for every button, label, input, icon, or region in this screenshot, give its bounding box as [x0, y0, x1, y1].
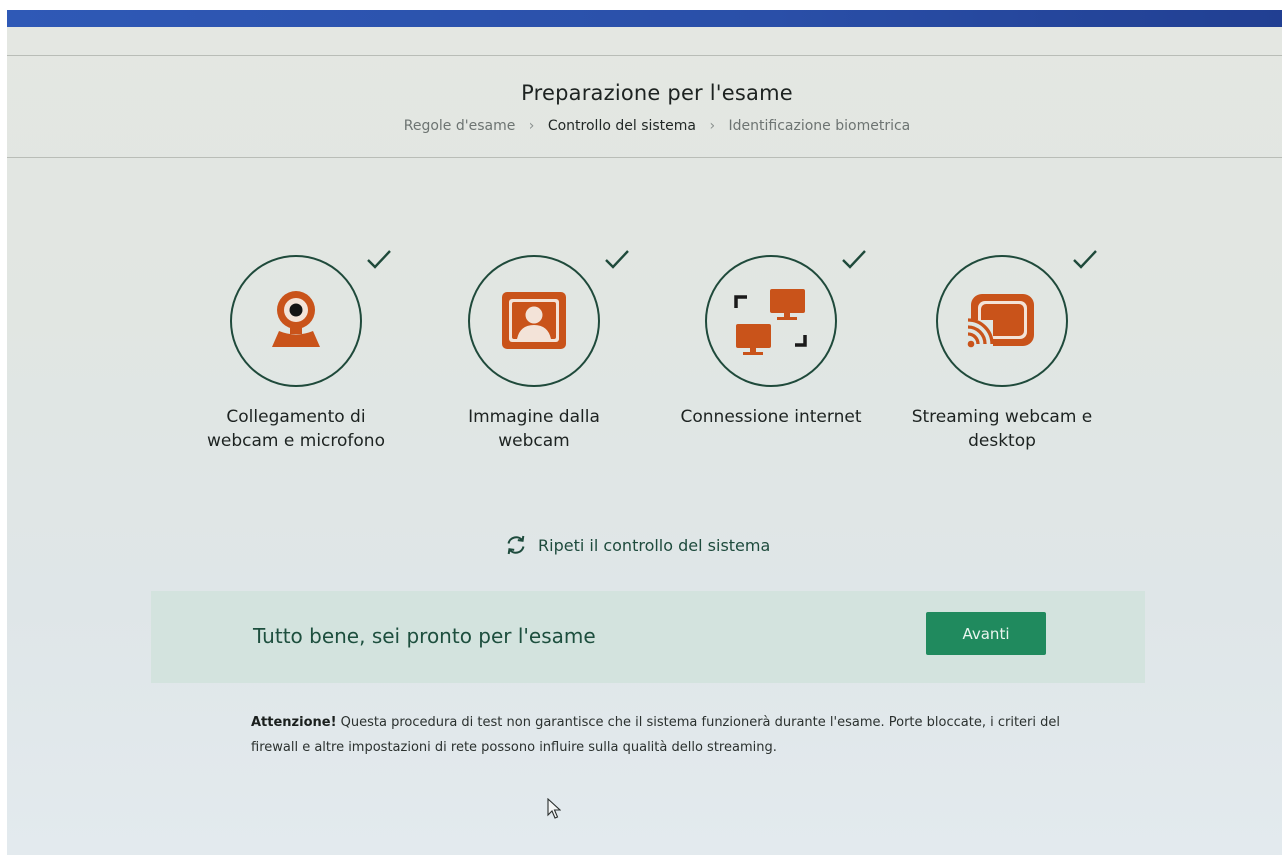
breadcrumb-item-rules[interactable]: Regole d'esame: [404, 118, 516, 134]
warning-notice: Attenzione! Questa procedura di test non…: [251, 710, 1071, 760]
breadcrumb-item-system-check: Controllo del sistema: [547, 118, 696, 134]
breadcrumb: Regole d'esame › Controllo del sistema ›…: [7, 118, 1282, 134]
webcam-icon: [272, 291, 320, 347]
cast-icon: [965, 294, 1034, 350]
screen-photo-frame: Preparazione per l'esame Regole d'esame …: [0, 0, 1282, 855]
checkmark-icon: [367, 250, 391, 269]
checkmark-icon: [605, 250, 629, 269]
checkmark-icon: [842, 250, 866, 269]
retry-label: Ripeti il controllo del sistema: [538, 535, 771, 555]
mouse-pointer-icon: [547, 798, 561, 819]
status-message: Tutto bene, sei pronto per l'esame: [253, 624, 596, 648]
retry-system-check-link[interactable]: Ripeti il controllo del sistema: [504, 530, 770, 560]
notice-bold-label: Attenzione!: [251, 715, 337, 730]
network-computers-icon: [734, 289, 807, 355]
checkmark-icon: [1073, 250, 1097, 269]
portrait-icon: [502, 292, 566, 349]
chevron-right-icon: ›: [709, 118, 716, 134]
chevron-right-icon: ›: [528, 118, 535, 134]
window-top-bar: [7, 10, 1282, 27]
header-bottom-divider: [7, 157, 1282, 158]
refresh-icon: [507, 535, 525, 555]
page-title: Preparazione per l'esame: [521, 81, 793, 105]
check-label: Collegamento di webcam e microfono: [207, 407, 385, 451]
check-label: Immagine dalla webcam: [468, 407, 600, 451]
next-button[interactable]: Avanti: [926, 612, 1046, 655]
breadcrumb-item-biometric-id: Identificazione biometrica: [728, 118, 911, 134]
header-top-divider: [7, 55, 1282, 56]
exam-preparation-screen: Preparazione per l'esame Regole d'esame …: [7, 10, 1282, 855]
check-label: Connessione internet: [680, 407, 862, 427]
notice-text: Questa procedura di test non garantisce …: [251, 715, 1060, 755]
status-panel: Tutto bene, sei pronto per l'esame Avant…: [151, 591, 1145, 683]
check-label: Streaming webcam e desktop: [911, 407, 1093, 451]
